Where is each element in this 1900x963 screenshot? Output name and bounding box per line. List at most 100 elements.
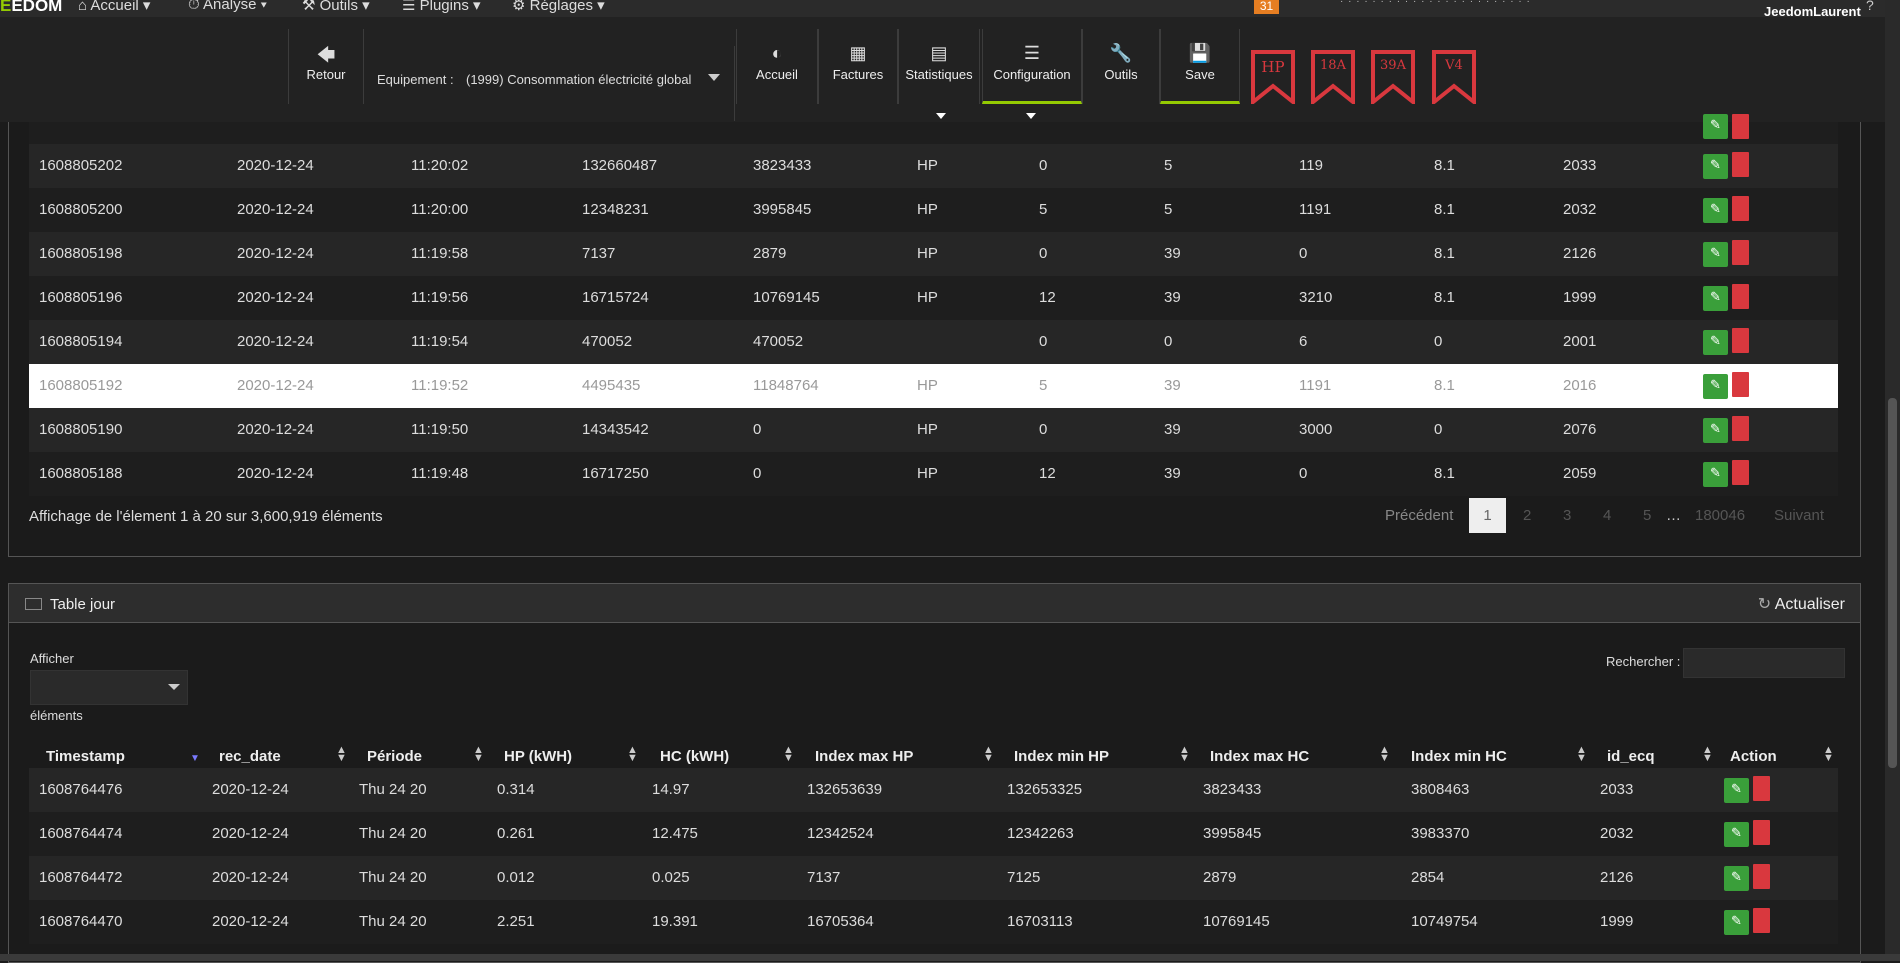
menu-plugins[interactable]: ☰ Plugins ▾ [402, 0, 481, 14]
edit-button[interactable] [1724, 778, 1749, 803]
search-input[interactable] [1683, 648, 1845, 678]
edit-button[interactable] [1703, 374, 1728, 399]
delete-button[interactable] [1732, 284, 1749, 309]
top-navbar: EEDOM ⌂ Accueil ▾ ⏱ Analyse ▾ ⚒ Outils ▾… [0, 0, 1900, 17]
delete-button[interactable] [1732, 372, 1749, 397]
delete-button[interactable] [1753, 908, 1770, 933]
pagination-page-1[interactable]: 1 [1469, 498, 1506, 533]
edit-button[interactable] [1703, 330, 1728, 355]
table-cell: 0 [1039, 333, 1048, 350]
column-header[interactable]: HC (kWH) [660, 748, 729, 765]
column-header[interactable]: Index max HP [815, 748, 913, 765]
table-row[interactable]: 1608805188 2020-12-24 11:19:48 16717250 0 HP 1… [29, 452, 1838, 496]
edit-button[interactable] [1703, 286, 1728, 311]
pagination-page-2[interactable]: 2 [1523, 507, 1531, 524]
edit-button[interactable] [1724, 822, 1749, 847]
tab-configuration[interactable]: ☰ Configuration [982, 29, 1082, 104]
page-length-select[interactable] [30, 670, 188, 705]
vertical-scrollbar[interactable] [1885, 0, 1900, 961]
table-row[interactable]: 1608805196 2020-12-24 11:19:56 16715724 1076… [29, 276, 1838, 320]
pagination-page-3[interactable]: 3 [1563, 507, 1571, 524]
edit-button[interactable] [1703, 114, 1728, 139]
sort-icon[interactable]: ▲ ▼ [1179, 745, 1190, 764]
menu-analyse[interactable]: ⏱ Analyse ▾ [188, 0, 267, 13]
sort-icon[interactable]: ▲ ▼ [1823, 745, 1834, 764]
toolbar: 🡄 Retour Equipement : (1999) Consommatio… [0, 17, 1900, 122]
table-row[interactable]: 1608805192 2020-12-24 11:19:52 4495435 11848… [29, 364, 1838, 408]
notification-badge[interactable]: 31 [1254, 0, 1279, 14]
table-row[interactable]: 1608805202 2020-12-24 11:20:02 132660487 382… [29, 144, 1838, 188]
column-header[interactable]: Timestamp [46, 748, 125, 765]
edit-button[interactable] [1703, 418, 1728, 443]
tab-statistiques[interactable]: ▤ Statistiques [898, 29, 980, 104]
tab-accueil[interactable]: ◐ Accueil [736, 29, 818, 104]
sort-icon[interactable]: ▲ ▼ [1576, 745, 1587, 764]
column-header[interactable]: Index min HP [1014, 748, 1109, 765]
user-name[interactable]: JeedomLaurent [1764, 4, 1861, 17]
save-button[interactable]: 💾 Save [1160, 29, 1240, 104]
delete-button[interactable] [1732, 152, 1749, 177]
help-icon[interactable]: ? [1866, 0, 1874, 13]
table-cell: 1999 [1600, 913, 1634, 930]
edit-button[interactable] [1724, 866, 1749, 891]
column-header[interactable]: Index max HC [1210, 748, 1309, 765]
table-cell: 12342263 [1007, 825, 1074, 842]
tab-outils[interactable]: 🔧 Outils [1082, 29, 1160, 104]
table-row[interactable]: 1608805198 2020-12-24 11:19:58 7137 2879 HP 0 3… [29, 232, 1838, 276]
table-cell: 14.97 [652, 781, 690, 798]
delete-button[interactable] [1732, 416, 1749, 441]
sort-icon[interactable]: ▲ ▼ [336, 745, 347, 764]
sort-icon[interactable]: ▲ ▼ [983, 745, 994, 764]
pagination-page-4[interactable]: 4 [1603, 507, 1611, 524]
pagination-page-5[interactable]: 5 [1643, 507, 1651, 524]
sort-icon[interactable]: ▲ ▼ [473, 745, 484, 764]
column-header[interactable]: rec_date [219, 748, 281, 765]
table-row[interactable]: 1608764474 2020-12-24 Thu 24 20 0.261 12.475… [29, 812, 1838, 856]
delete-button[interactable] [1732, 196, 1749, 221]
edit-button[interactable] [1703, 462, 1728, 487]
delete-button[interactable] [1753, 864, 1770, 889]
sort-icon[interactable]: ▲ ▼ [783, 745, 794, 764]
delete-button[interactable] [1732, 328, 1749, 353]
column-header[interactable]: id_ecq [1607, 748, 1655, 765]
column-header[interactable]: Index min HC [1411, 748, 1507, 765]
sort-icon[interactable]: ▲ ▼ [627, 745, 638, 764]
pagination-last[interactable]: 180046 [1695, 507, 1745, 524]
table-cell: 0 [1434, 333, 1443, 350]
equipment-select[interactable]: Equipement : (1999) Consommation électri… [362, 46, 735, 121]
edit-button[interactable] [1724, 910, 1749, 935]
column-header[interactable]: HP (kWH) [504, 748, 572, 765]
table-row[interactable]: 1608805200 2020-12-24 11:20:00 12348231 3995… [29, 188, 1838, 232]
refresh-button[interactable]: ↻ Actualiser [1758, 594, 1845, 614]
table-cell: 132660487 [582, 157, 658, 174]
table-row[interactable]: 1608805190 2020-12-24 11:19:50 14343542 0 HP 0… [29, 408, 1838, 452]
edit-button[interactable] [1703, 242, 1728, 267]
scrollbar-thumb[interactable] [1888, 398, 1897, 768]
delete-button[interactable] [1732, 460, 1749, 485]
brand-logo[interactable]: EEDOM [0, 0, 62, 16]
table-row[interactable]: 1608764470 2020-12-24 Thu 24 20 2.251 19.391… [29, 900, 1838, 944]
delete-button[interactable] [1732, 240, 1749, 265]
sort-icon[interactable]: ▲ ▼ [1702, 745, 1713, 764]
back-button[interactable]: 🡄 Retour [288, 29, 364, 104]
table-row[interactable]: 1608764472 2020-12-24 Thu 24 20 0.012 0.025 7… [29, 856, 1838, 900]
column-header[interactable]: Période [367, 748, 422, 765]
sort-icon[interactable]: ▲ ▼ [1379, 745, 1390, 764]
column-header[interactable]: Action [1730, 748, 1777, 765]
table-row[interactable]: 1608764476 2020-12-24 Thu 24 20 0.314 14.97 1… [29, 768, 1838, 812]
menu-outils[interactable]: ⚒ Outils ▾ [302, 0, 370, 14]
delete-button[interactable] [1732, 114, 1749, 139]
sort-desc-icon[interactable]: ▼ [190, 753, 200, 764]
edit-button[interactable] [1703, 198, 1728, 223]
menu-accueil[interactable]: ⌂ Accueil ▾ [78, 0, 150, 14]
delete-button[interactable] [1753, 820, 1770, 845]
pagination-next[interactable]: Suivant [1774, 507, 1824, 524]
delete-button[interactable] [1753, 776, 1770, 801]
menu-reglages[interactable]: ⚙ Réglages ▾ [512, 0, 605, 14]
table-row[interactable]: 1608805194 2020-12-24 11:19:54 470052 470052… [29, 320, 1838, 364]
table-cell: 1608805188 [39, 465, 123, 482]
table-cell: 10769145 [753, 289, 820, 306]
pagination-prev[interactable]: Précédent [1385, 507, 1453, 524]
edit-button[interactable] [1703, 154, 1728, 179]
tab-factures[interactable]: ▦ Factures [818, 29, 898, 104]
